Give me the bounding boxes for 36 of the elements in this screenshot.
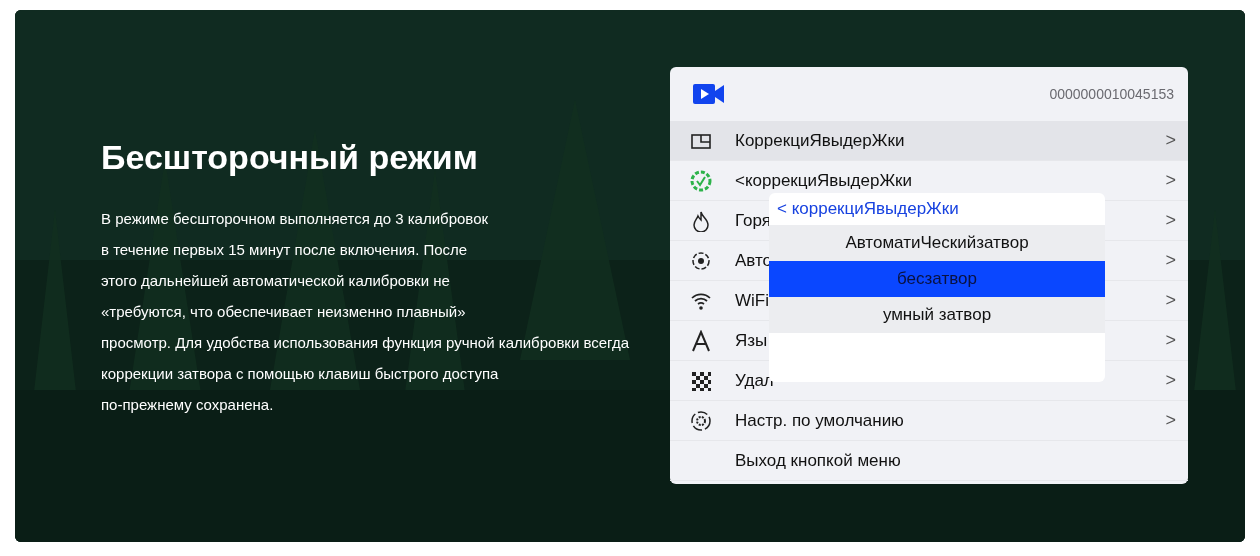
chevron-icon: >	[1165, 210, 1176, 231]
menu-item-label: Удал	[735, 370, 775, 391]
chevron-icon: >	[1165, 370, 1176, 391]
menu-item-label: Выход кнопкой меню	[735, 450, 902, 471]
popup-option[interactable]: умный затвор	[769, 297, 1105, 333]
chevron-icon: >	[1165, 290, 1176, 311]
target-icon	[690, 249, 712, 272]
body-text: просмотр. Для удобства использования функция ручной калибровки всегда	[101, 333, 629, 353]
menu-item[interactable]: Выход кнопкой меню	[670, 441, 1188, 481]
chevron-icon: >	[1165, 330, 1176, 351]
body-text: этого дальнейшей автоматической калибровки не	[101, 271, 450, 291]
body-text: В режиме бесшторочном выполняется до 3 калибровок	[101, 209, 489, 229]
menu-item-label: Язы	[735, 330, 769, 351]
check-badge-icon	[690, 169, 712, 192]
chevron-icon: >	[1165, 250, 1176, 271]
menu-item[interactable]: Настр. по умолчанию >	[670, 401, 1188, 441]
gear-icon	[690, 409, 712, 432]
serial-number: 0000000010045153	[1049, 86, 1174, 102]
menu-item-label: <коррекциЯвыдерЖки	[735, 170, 914, 191]
letter-a-icon	[690, 329, 712, 352]
checkerboard-icon	[690, 369, 712, 392]
menu-item[interactable]: КоррекциЯвыдерЖки >	[670, 121, 1188, 161]
body-text: «требуются, что обеспечивает неизменно плавный»	[101, 302, 466, 322]
body-text: коррекции затвора с помощью клавиш быстрого доступа	[101, 364, 499, 384]
menu-item-label: КоррекциЯвыдерЖки	[735, 130, 906, 151]
popup-option[interactable]: АвтоматиЧескийзатвор	[769, 225, 1105, 261]
body-text: по-прежнему сохранена.	[101, 395, 274, 415]
chevron-icon: >	[1165, 410, 1176, 431]
menu-item-label: WiFi	[735, 290, 770, 311]
video-camera-icon	[693, 84, 724, 104]
chevron-icon: >	[1165, 170, 1176, 191]
chevron-icon: >	[1165, 130, 1176, 151]
flame-icon	[690, 209, 712, 232]
body-text: в течение первых 15 минут после включения. После	[101, 240, 468, 260]
menu-item-label: Настр. по умолчанию	[735, 410, 905, 431]
heading: Бесшторочный режим	[101, 138, 478, 177]
